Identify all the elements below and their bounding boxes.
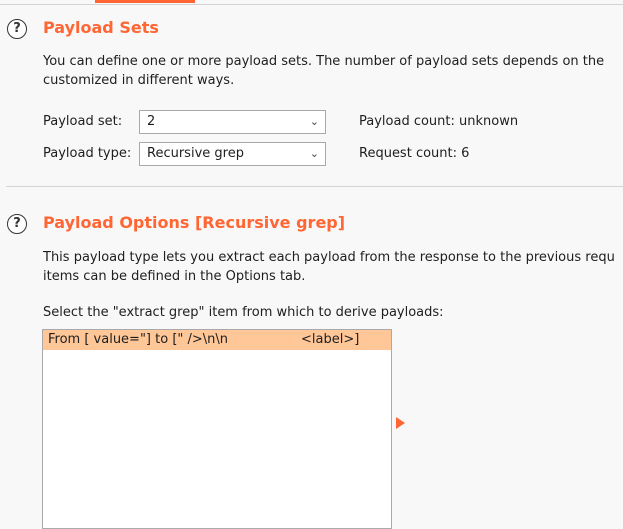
chevron-down-icon: ⌄ [309, 147, 319, 160]
extract-grep-prompt: Select the "extract grep" item from whic… [43, 305, 444, 320]
extract-grep-list[interactable]: From [ value="] to [" />\n\n <label>] [42, 329, 392, 529]
payload-count: Payload count: unknown [359, 114, 519, 129]
arrow-right-icon[interactable] [396, 417, 405, 429]
payload-sets-description: You can define one or more payload sets.… [43, 54, 605, 88]
payload-type-label: Payload type: [43, 146, 132, 161]
section-divider [6, 186, 623, 187]
help-icon[interactable]: ? [7, 214, 27, 234]
help-icon[interactable]: ? [7, 19, 27, 39]
payload-options-description: This payload type lets you extract each … [43, 250, 615, 284]
payload-set-label: Payload set: [43, 114, 123, 129]
payload-options-title: Payload Options [Recursive grep] [43, 213, 346, 232]
tab-bar-border [0, 4, 623, 5]
active-tab-indicator [95, 0, 195, 3]
request-count: Request count: 6 [359, 146, 470, 161]
payload-sets-title: Payload Sets [43, 18, 159, 37]
payload-set-select[interactable]: 2 ⌄ [139, 110, 326, 134]
chevron-down-icon: ⌄ [309, 115, 319, 128]
list-item[interactable]: From [ value="] to [" />\n\n <label>] [43, 330, 391, 350]
payload-type-select[interactable]: Recursive grep ⌄ [139, 142, 326, 166]
